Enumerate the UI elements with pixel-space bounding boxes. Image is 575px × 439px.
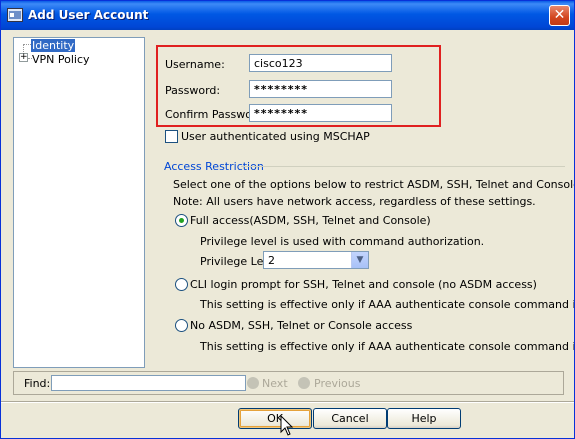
access-intro-line2: Note: All users have network access, reg… xyxy=(173,195,536,208)
find-bar: Find: Next Previous xyxy=(13,371,564,395)
ok-button[interactable]: OK xyxy=(238,408,312,429)
cancel-button[interactable]: Cancel xyxy=(313,408,387,429)
confirm-password-field[interactable]: ******** xyxy=(249,104,392,122)
close-button[interactable]: ✕ xyxy=(549,5,570,26)
next-button[interactable]: Next xyxy=(262,377,288,390)
password-field[interactable]: ******** xyxy=(249,80,392,98)
tree-item-identity[interactable]: Identity xyxy=(31,39,76,52)
full-access-label: Full access(ASDM, SSH, Telnet and Consol… xyxy=(190,214,431,227)
privilege-level-value: 2 xyxy=(268,254,275,267)
no-access-description: This setting is effective only if AAA au… xyxy=(200,340,574,353)
footer-divider xyxy=(1,401,574,403)
window-title: Add User Account xyxy=(28,8,149,22)
credentials-group: Username: cisco123 Password: ******** Co… xyxy=(156,45,441,127)
app-icon xyxy=(7,8,23,22)
radio-selected-dot xyxy=(179,218,184,223)
confirm-password-value: ******** xyxy=(254,107,309,120)
tree-item-label: Identity xyxy=(31,39,76,52)
privilege-level-select[interactable]: 2 ▼ xyxy=(263,251,369,269)
cli-login-radio[interactable] xyxy=(175,278,188,291)
mouse-pointer-icon xyxy=(280,415,294,436)
help-button[interactable]: Help xyxy=(387,408,461,429)
no-access-radio[interactable] xyxy=(175,319,188,332)
mschap-label: User authenticated using MSCHAP xyxy=(181,130,370,143)
tree-item-vpn-policy[interactable]: VPN Policy xyxy=(32,53,90,66)
username-field[interactable]: cisco123 xyxy=(249,54,392,72)
tree-connector xyxy=(23,44,31,45)
expand-icon[interactable]: + xyxy=(19,53,28,62)
mschap-checkbox[interactable] xyxy=(165,130,178,143)
tree-item-label: VPN Policy xyxy=(32,53,90,66)
find-label: Find: xyxy=(24,377,51,390)
previous-button[interactable]: Previous xyxy=(314,377,361,390)
password-label: Password: xyxy=(165,84,221,97)
title-bar[interactable]: Add User Account ✕ xyxy=(1,1,574,30)
access-intro-line1: Select one of the options below to restr… xyxy=(173,178,574,191)
no-access-label: No ASDM, SSH, Telnet or Console access xyxy=(190,319,413,332)
next-arrow-icon[interactable] xyxy=(247,377,259,389)
username-value: cisco123 xyxy=(254,57,303,70)
navigation-tree: Identity + VPN Policy xyxy=(13,37,145,368)
password-value: ******** xyxy=(254,83,309,96)
chevron-down-icon[interactable]: ▼ xyxy=(351,252,368,268)
full-access-radio[interactable] xyxy=(175,214,188,227)
cli-login-description: This setting is effective only if AAA au… xyxy=(200,298,574,311)
add-user-account-dialog: Add User Account ✕ Identity + VPN Policy… xyxy=(0,0,575,439)
group-divider xyxy=(241,166,565,167)
find-input[interactable] xyxy=(51,375,246,391)
username-label: Username: xyxy=(165,58,225,71)
close-icon: ✕ xyxy=(553,7,566,23)
cli-login-label: CLI login prompt for SSH, Telnet and con… xyxy=(190,278,537,291)
previous-arrow-icon[interactable] xyxy=(298,377,310,389)
full-access-description: Privilege level is used with command aut… xyxy=(200,235,485,248)
